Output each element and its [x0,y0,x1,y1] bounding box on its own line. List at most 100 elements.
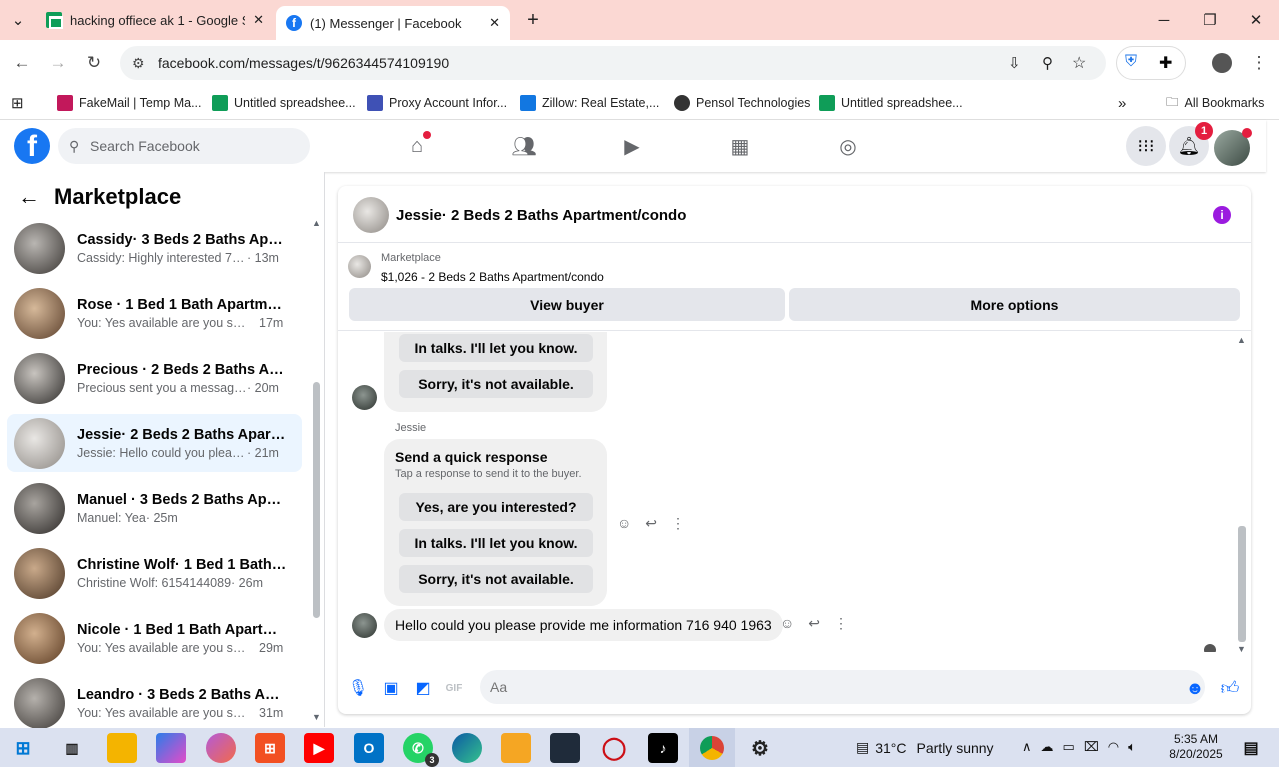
conversation-item[interactable]: Rose · 1 Bed 1 Bath Apartment/c... You: … [7,284,302,342]
bookmark-item[interactable]: Untitled spreadshee... [212,92,356,114]
conversation-item[interactable]: Precious · 2 Beds 2 Baths Apart... Preci… [7,349,302,407]
sidebar-scrollbar[interactable] [313,382,320,618]
quick-reply-button[interactable]: Sorry, it's not available. [399,565,593,593]
file-explorer-icon[interactable] [107,733,137,763]
copilot-icon[interactable] [156,733,186,763]
new-tab-icon[interactable]: + [510,0,556,40]
wifi-icon[interactable]: ◠ [1108,739,1119,755]
notifications-bell-icon[interactable]: 🔔︎ 1 [1169,122,1213,166]
chevron-up-icon[interactable]: ∧ [1022,739,1032,755]
menu-dots-icon[interactable]: ⋮ [1244,48,1274,78]
conversation-item[interactable]: Nicole · 1 Bed 1 Bath Apartment... You: … [7,609,302,667]
scroll-down-arrow[interactable]: ▼ [312,712,321,722]
emoji-icon[interactable]: ☻ [1184,677,1206,699]
conversation-item[interactable]: Leandro · 3 Beds 2 Baths Apart... You: Y… [7,674,302,732]
friends-icon[interactable]: 👥︎ [504,126,544,166]
message-scrollbar[interactable] [1238,526,1246,642]
message-input[interactable] [480,670,1205,704]
app-icon[interactable] [550,733,580,763]
whatsapp-icon[interactable]: ✆ 3 [403,733,439,767]
info-icon[interactable]: i [1213,206,1231,224]
react-emoji-icon[interactable]: ☺ [780,615,794,632]
sender-avatar[interactable] [352,385,377,410]
tiktok-icon[interactable]: ♪ [648,733,678,763]
close-window-icon[interactable]: ✕ [1233,0,1279,40]
forward-icon[interactable]: → [43,48,73,78]
more-bookmarks-icon[interactable]: » [1118,92,1126,114]
settings-gear-icon[interactable]: ⚙ [745,733,775,763]
volume-icon[interactable]: 🔈︎ [1128,739,1136,755]
facebook-search-input[interactable]: ⚲ Search Facebook [58,128,310,164]
video-icon[interactable]: ▶ [612,126,652,166]
quick-reply-button[interactable]: Yes, are you interested? [399,493,593,521]
bookmark-item[interactable]: Untitled spreadshee... [819,92,963,114]
zoom-icon[interactable]: ⚲ [1042,54,1053,72]
install-icon[interactable]: ⇩ [1008,54,1021,72]
windows-start-icon[interactable]: ⊞ [8,733,38,763]
more-actions-icon[interactable]: ⋮ [834,615,848,632]
menu-grid-icon[interactable]: ⁝⁝⁝ [1126,126,1166,166]
message-bubble[interactable]: Hello could you please provide me inform… [384,609,783,641]
groups-icon[interactable]: ◎ [828,126,868,166]
weather-widget[interactable]: ▤ 31°C Partly sunny [856,739,994,756]
more-options-button[interactable]: More options [789,288,1240,321]
bookmark-star-icon[interactable]: ☆ [1072,53,1086,73]
back-arrow-icon[interactable]: ← [18,184,40,210]
account-avatar[interactable] [1214,128,1252,166]
close-tab-icon[interactable]: ✕ [489,15,500,31]
close-tab-icon[interactable]: ✕ [253,12,264,28]
store-icon[interactable]: ⊞ [255,733,285,763]
home-icon[interactable]: ⌂ [397,126,437,166]
scroll-up-arrow[interactable]: ▲ [1237,335,1246,345]
all-bookmarks[interactable]: 🗀 All Bookmarks [1166,92,1264,114]
quick-reply-button[interactable]: In talks. I'll let you know. [399,529,593,557]
apps-grid-icon[interactable]: ⊞ [11,92,24,114]
puzzle-icon[interactable]: ✚ [1159,53,1172,73]
tab-messenger[interactable]: f (1) Messenger | Facebook ✕ [276,6,510,40]
conversation-item[interactable]: Cassidy· 3 Beds 2 Baths Apartm... Cassid… [7,219,302,277]
minimize-icon[interactable]: ─ [1141,0,1187,40]
scroll-up-arrow[interactable]: ▲ [312,218,321,228]
chat-title[interactable]: Jessie· 2 Beds 2 Baths Apartment/condo [396,207,686,224]
like-thumb-icon[interactable]: 👍︎ [1219,677,1241,699]
device-icon[interactable]: ⌧ [1084,739,1099,755]
conversation-item[interactable]: Manuel · 3 Beds 2 Baths Apartm... Manuel… [7,479,302,537]
photo-icon[interactable]: ▣ [380,677,402,699]
view-buyer-button[interactable]: View buyer [349,288,785,321]
facebook-logo[interactable]: f [14,128,50,164]
scroll-down-arrow[interactable]: ▼ [1237,644,1246,654]
tab-search-icon[interactable]: ⌄ [0,0,36,40]
bookmark-item[interactable]: Pensol Technologies [674,92,810,114]
conversation-item[interactable]: Christine Wolf· 1 Bed 1 Bath Apa... Chri… [7,544,302,602]
shield-extension-icon[interactable]: ⛨ [1125,53,1137,71]
sender-avatar[interactable] [352,613,377,638]
notifications-center-icon[interactable]: ▤ [1236,733,1266,763]
microphone-icon[interactable]: 🎙︎ [347,677,369,699]
reply-icon[interactable]: ↩ [645,515,657,532]
reload-icon[interactable]: ↻ [79,48,109,78]
bookmark-item[interactable]: Zillow: Real Estate,... [520,92,659,114]
chat-avatar[interactable] [353,197,389,233]
task-view-icon[interactable]: ▥ [57,733,87,763]
address-bar[interactable]: ⚙ facebook.com/messages/t/96263445741091… [120,46,1106,80]
youtube-icon[interactable]: ▶ [304,733,334,763]
chrome-taskbar-button[interactable] [689,728,735,767]
reply-icon[interactable]: ↩ [808,615,820,632]
medal-icon[interactable] [501,733,531,763]
outlook-icon[interactable]: O [354,733,384,763]
gif-icon[interactable]: GIF [443,677,465,699]
sticker-icon[interactable]: ◩ [412,677,434,699]
more-actions-icon[interactable]: ⋮ [671,515,685,532]
site-info-icon[interactable]: ⚙ [132,55,145,72]
back-icon[interactable]: ← [7,48,37,78]
listing-price[interactable]: $1,026 - 2 Beds 2 Baths Apartment/condo [381,270,604,284]
marketplace-icon[interactable]: ▦ [720,126,760,166]
quick-reply-button[interactable]: In talks. I'll let you know. [399,334,593,362]
profile-avatar[interactable] [1212,53,1232,73]
cloud-icon[interactable]: ☁ [1041,739,1054,755]
clock[interactable]: 5:35 AM 8/20/2025 [1166,732,1226,762]
bookmark-item[interactable]: FakeMail | Temp Ma... [57,92,202,114]
opera-icon[interactable]: ◯ [599,733,629,763]
restore-icon[interactable]: ❐ [1187,0,1233,40]
tab-google-sheets[interactable]: hacking offiece ak 1 - Google Sh ✕ [36,0,274,40]
